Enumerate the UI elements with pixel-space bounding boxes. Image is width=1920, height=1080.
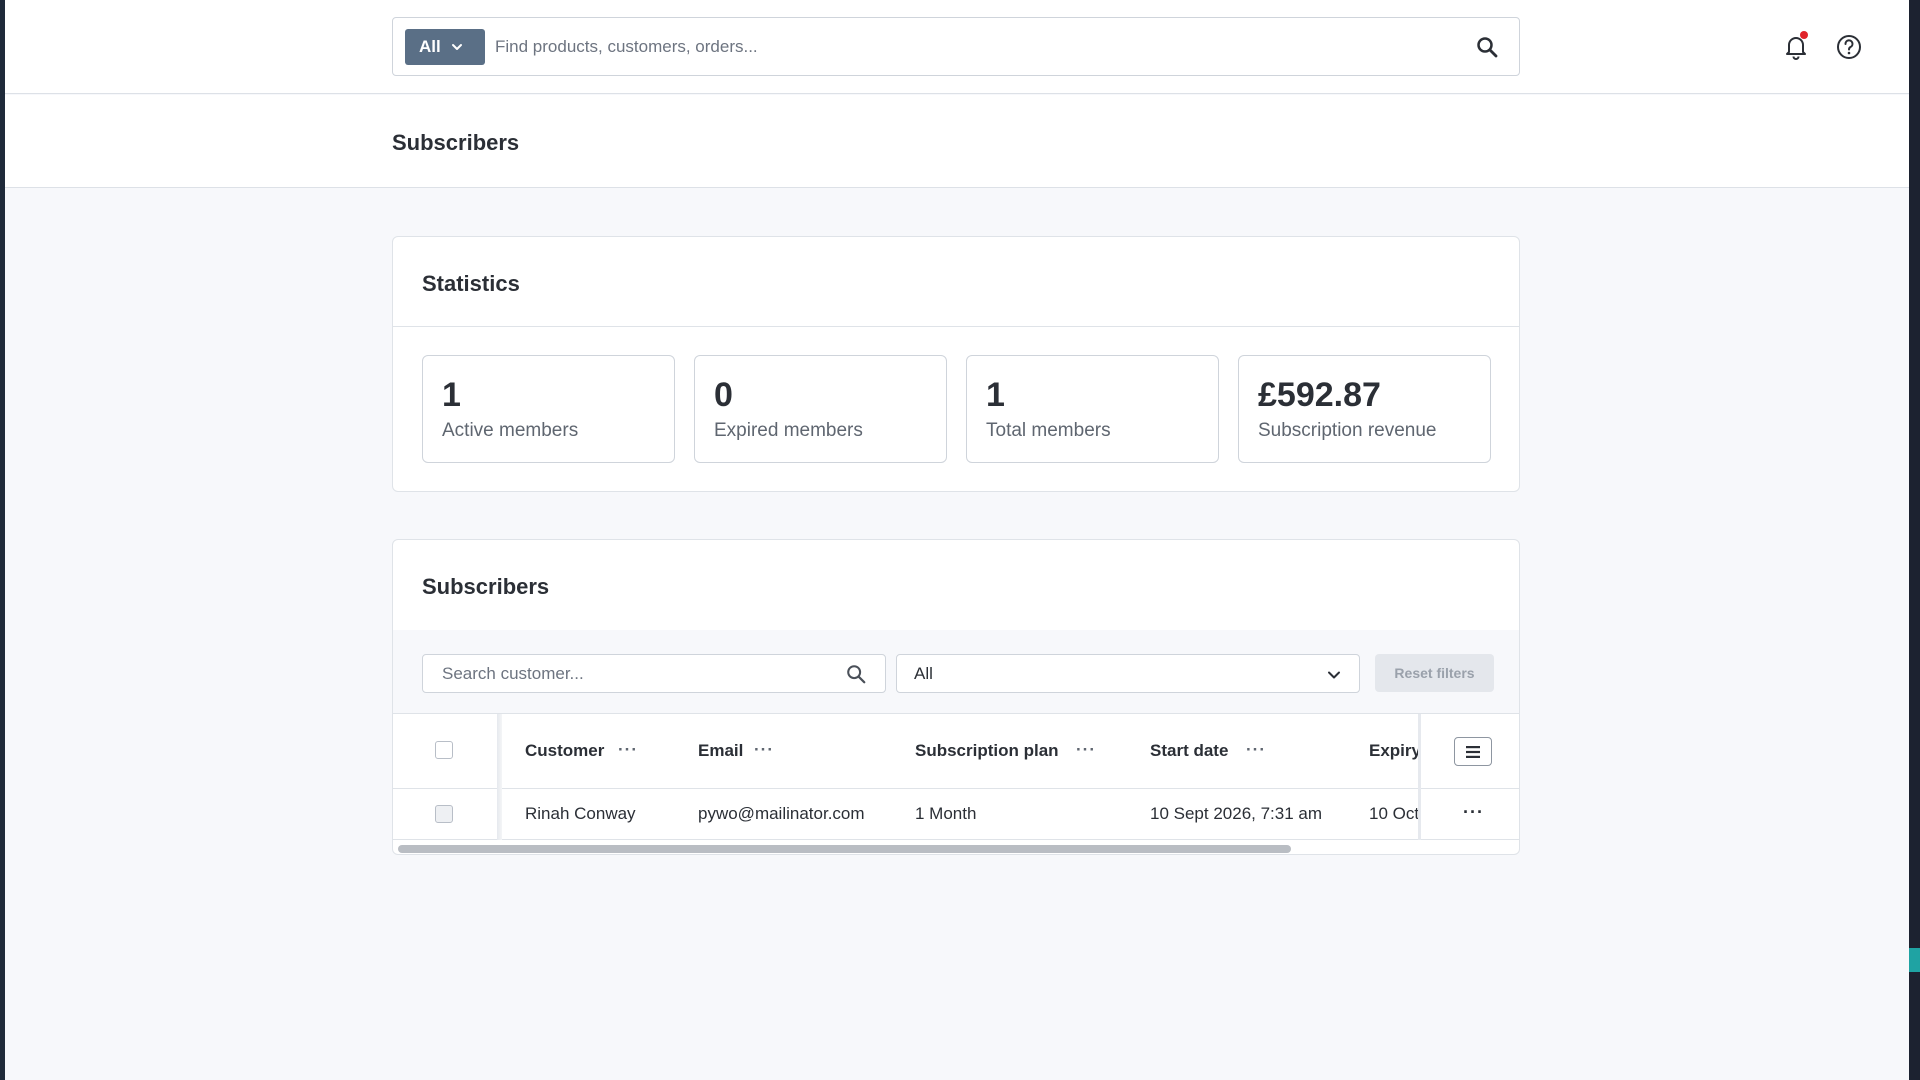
subscribers-table: Customer ··· Email ··· Subscription plan… bbox=[393, 714, 1519, 854]
chevron-down-icon bbox=[1328, 671, 1340, 679]
row-actions-icon[interactable]: ··· bbox=[1463, 802, 1484, 823]
table-row[interactable]: Rinah Conway pywo@mailinator.com 1 Month… bbox=[393, 789, 1519, 840]
column-options-icon[interactable]: ··· bbox=[754, 740, 774, 760]
table-header: Customer ··· Email ··· Subscription plan… bbox=[393, 714, 1519, 789]
column-header-customer[interactable]: Customer bbox=[525, 741, 604, 761]
column-settings-button[interactable] bbox=[1454, 737, 1492, 766]
stat-value: 0 bbox=[714, 376, 733, 414]
help-button[interactable] bbox=[1835, 33, 1863, 61]
stat-label: Total members bbox=[986, 420, 1111, 441]
column-divider bbox=[497, 714, 502, 840]
search-icon[interactable] bbox=[1475, 35, 1499, 59]
column-divider bbox=[1418, 714, 1421, 840]
help-circle-icon bbox=[1837, 35, 1861, 59]
column-header-start-date[interactable]: Start date bbox=[1150, 741, 1228, 761]
notifications-button[interactable] bbox=[1782, 31, 1810, 61]
page-header: Subscribers bbox=[5, 95, 1909, 188]
customer-search bbox=[422, 654, 886, 693]
horizontal-scrollbar[interactable] bbox=[398, 845, 1291, 853]
stat-label: Expired members bbox=[714, 420, 863, 441]
cell-expiry: 10 Oct bbox=[1369, 804, 1418, 823]
window-edge bbox=[1909, 0, 1920, 1080]
page-title: Subscribers bbox=[392, 130, 520, 155]
stat-value: 1 bbox=[986, 376, 1005, 414]
cell-email: pywo@mailinator.com bbox=[698, 804, 865, 823]
subscribers-title: Subscribers bbox=[422, 574, 550, 599]
stat-total-members: 1 Total members bbox=[966, 355, 1219, 463]
cell-start-date: 10 Sept 2026, 7:31 am bbox=[1150, 804, 1323, 823]
stat-value: £592.87 bbox=[1258, 376, 1381, 414]
chevron-down-icon bbox=[451, 44, 462, 50]
stat-active-members: 1 Active members bbox=[422, 355, 675, 463]
search-icon[interactable] bbox=[845, 663, 867, 685]
customer-search-input[interactable] bbox=[442, 663, 822, 685]
column-options-icon[interactable]: ··· bbox=[1076, 740, 1096, 760]
filter-bar: All Reset filters bbox=[393, 630, 1519, 714]
top-bar: All bbox=[5, 0, 1909, 94]
column-options-icon[interactable]: ··· bbox=[618, 740, 638, 760]
search-scope-label: All bbox=[419, 37, 441, 56]
statistics-card: Statistics 1 Active members 0 Expired me… bbox=[392, 236, 1520, 492]
global-search-input[interactable] bbox=[495, 32, 1395, 62]
row-checkbox[interactable] bbox=[435, 805, 453, 823]
cell-plan: 1 Month bbox=[915, 804, 977, 823]
column-header-subscription-plan[interactable]: Subscription plan bbox=[915, 741, 1059, 761]
app-window: All Subscribers Statistics 1 Active memb… bbox=[5, 0, 1909, 1080]
subscribers-card: Subscribers All Reset filters Customer ·… bbox=[392, 539, 1520, 855]
reset-filters-button[interactable]: Reset filters bbox=[1375, 654, 1494, 692]
status-filter-select[interactable]: All bbox=[896, 654, 1360, 693]
global-search: All bbox=[392, 17, 1520, 76]
menu-lines-icon bbox=[1466, 745, 1480, 758]
column-header-email[interactable]: Email bbox=[698, 741, 743, 761]
select-all-checkbox[interactable] bbox=[435, 741, 453, 759]
statistics-title: Statistics bbox=[422, 271, 520, 296]
notification-badge bbox=[1800, 31, 1808, 39]
status-filter-value: All bbox=[914, 664, 933, 683]
search-scope-dropdown[interactable]: All bbox=[405, 29, 485, 65]
stat-subscription-revenue: £592.87 Subscription revenue bbox=[1238, 355, 1491, 463]
cell-customer: Rinah Conway bbox=[525, 804, 636, 823]
column-options-icon[interactable]: ··· bbox=[1246, 740, 1266, 760]
column-header-expiry[interactable]: Expiry bbox=[1369, 741, 1418, 761]
stat-label: Subscription revenue bbox=[1258, 420, 1437, 441]
edge-marker bbox=[1909, 948, 1920, 972]
stat-expired-members: 0 Expired members bbox=[694, 355, 947, 463]
divider bbox=[393, 326, 1519, 327]
stat-value: 1 bbox=[442, 376, 461, 414]
stat-label: Active members bbox=[442, 420, 579, 441]
